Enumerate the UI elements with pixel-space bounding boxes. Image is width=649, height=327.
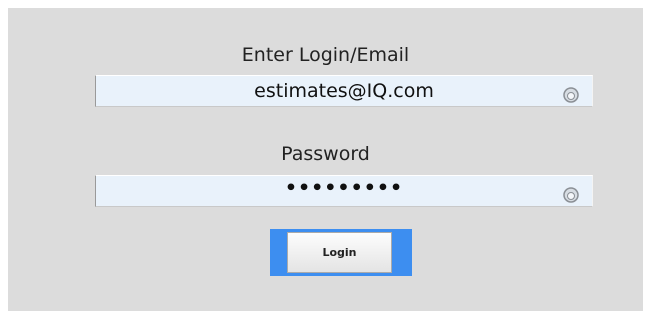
login-button[interactable]: Login bbox=[287, 232, 392, 273]
circle-indicator-icon bbox=[563, 87, 579, 103]
circle-indicator-icon bbox=[563, 187, 579, 203]
login-email-label: Enter Login/Email bbox=[241, 44, 410, 66]
password-field[interactable]: ••••••••• bbox=[95, 175, 593, 207]
login-panel: Enter Login/Email estimates@IQ.com Passw… bbox=[8, 8, 643, 311]
login-button-frame: Login bbox=[270, 229, 412, 276]
password-label: Password bbox=[281, 143, 370, 165]
login-email-value: estimates@IQ.com bbox=[254, 80, 434, 102]
login-email-field[interactable]: estimates@IQ.com bbox=[95, 75, 593, 107]
password-masked-value: ••••••••• bbox=[284, 177, 404, 199]
